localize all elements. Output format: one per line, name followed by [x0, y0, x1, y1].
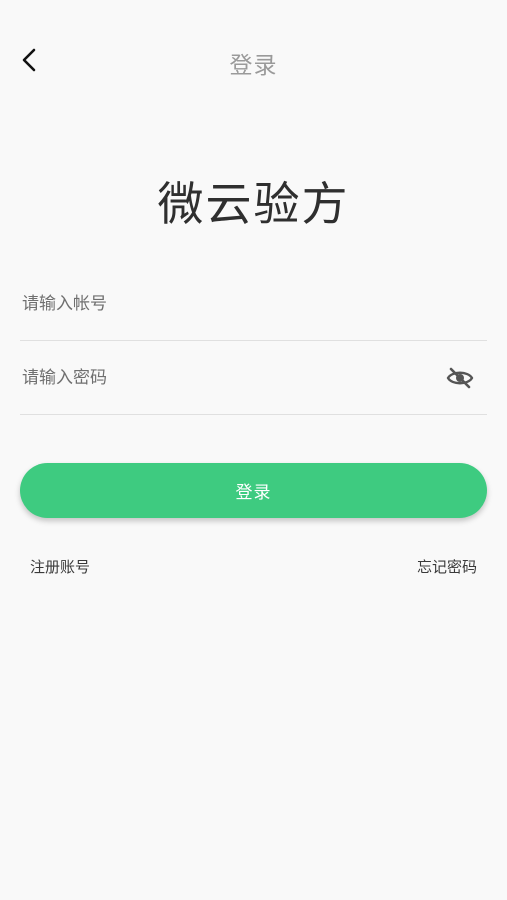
eye-off-icon: [446, 367, 474, 389]
status-bar: [0, 0, 507, 22]
nav-bar: 登录: [0, 34, 507, 86]
account-input[interactable]: [20, 267, 424, 340]
password-input[interactable]: [20, 341, 424, 414]
register-link[interactable]: 注册账号: [30, 556, 90, 577]
login-button[interactable]: 登录: [20, 463, 487, 518]
page-title: 登录: [229, 53, 278, 79]
password-field: [20, 341, 487, 415]
password-visibility-toggle[interactable]: [445, 363, 475, 393]
account-field: [20, 267, 487, 341]
forgot-password-link[interactable]: 忘记密码: [417, 556, 477, 577]
app-title: 微云验方: [157, 177, 350, 231]
